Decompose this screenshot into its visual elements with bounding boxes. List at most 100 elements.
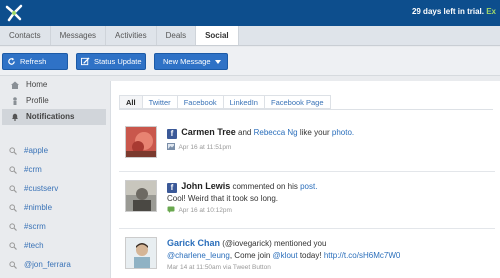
timestamp[interactable]: Apr 16 at 11:51pm: [178, 144, 231, 151]
action-text: commented on his: [232, 182, 298, 191]
sidebar-item-profile[interactable]: Profile: [2, 93, 106, 109]
status-update-label: Status Update: [94, 57, 142, 66]
divider: [119, 228, 495, 229]
social-feed-panel: All Twitter Facebook LinkedIn Facebook P…: [110, 81, 500, 278]
tag-item[interactable]: #apple: [0, 141, 110, 160]
author-link[interactable]: Carmen Tree: [181, 127, 236, 137]
facebook-icon: f: [167, 183, 177, 193]
trial-notice: 29 days left in trial. Ex: [412, 7, 496, 16]
author-handle: (@iovegarick): [222, 239, 272, 248]
filter-facebook[interactable]: Facebook: [177, 95, 224, 109]
sidebar-item-notifications[interactable]: Notifications: [2, 109, 106, 125]
comment-text: Cool! Weird that it took so long.: [167, 194, 279, 203]
new-message-label: New Message: [163, 57, 211, 66]
status-update-button[interactable]: Status Update: [76, 53, 146, 70]
action-text: like your: [299, 128, 330, 137]
tag-item[interactable]: @jon_ferrara: [0, 255, 110, 274]
mention-link[interactable]: @klout: [273, 251, 298, 260]
divider: [119, 109, 493, 110]
nimble-logo-icon[interactable]: [3, 2, 25, 24]
author-link[interactable]: Garick Chan: [167, 238, 220, 248]
object-link[interactable]: photo.: [332, 128, 354, 137]
avatar[interactable]: [125, 180, 157, 212]
tag-item[interactable]: #custserv: [0, 179, 110, 198]
conjunction-text: and: [238, 128, 252, 137]
source-filter-tabs: All Twitter Facebook LinkedIn Facebook P…: [119, 95, 331, 109]
search-icon: [9, 147, 17, 155]
tweet-text-part: today!: [299, 251, 322, 260]
tab-contacts[interactable]: Contacts: [0, 26, 51, 45]
avatar[interactable]: [125, 237, 157, 269]
feed-item-body: Garick Chan (@iovegarick) mentioned you …: [167, 237, 487, 273]
tag-item[interactable]: #tech: [0, 236, 110, 255]
person-photo-icon: [126, 238, 156, 268]
author-link-2[interactable]: Rebecca Ng: [254, 128, 298, 137]
filter-twitter[interactable]: Twitter: [142, 95, 178, 109]
sidebar-item-label: Notifications: [26, 112, 75, 121]
facebook-icon: f: [167, 129, 177, 139]
tag-label: @jon_ferrara: [24, 260, 71, 269]
trial-text: 29 days left in trial.: [411, 7, 484, 16]
tweet-text-part: , Come join: [229, 251, 271, 260]
tag-label: #tech: [24, 241, 44, 250]
url-link[interactable]: http://t.co/sH6Mc7W0: [324, 251, 400, 260]
person-photo-icon: [126, 181, 156, 211]
search-icon: [9, 261, 17, 269]
sidebar-item-label: Profile: [26, 96, 49, 105]
tag-label: #scrm: [24, 222, 46, 231]
timestamp[interactable]: Mar 14 at 11:50am via Tweet Button: [167, 264, 271, 271]
bell-icon: [12, 113, 18, 121]
tweet-text: @charlene_leung, Come join @klout today!…: [167, 250, 487, 262]
sidebar-item-label: Home: [26, 80, 48, 89]
filter-all[interactable]: All: [119, 95, 143, 109]
photo-icon: [167, 143, 175, 150]
trial-extend-link[interactable]: Ex: [486, 7, 496, 16]
divider: [119, 171, 495, 172]
sidebar-item-home[interactable]: Home: [2, 77, 106, 93]
tag-label: #custserv: [24, 184, 59, 193]
top-bar: 29 days left in trial. Ex: [0, 0, 500, 26]
tag-item[interactable]: #crm: [0, 160, 110, 179]
tag-item[interactable]: #scrm: [0, 217, 110, 236]
toolbar: Refresh Status Update New Message: [0, 47, 500, 76]
avatar[interactable]: [125, 126, 157, 158]
tag-label: #apple: [24, 146, 49, 155]
tag-label: #crm: [24, 165, 42, 174]
item-meta: Apr 16 at 11:51pm: [167, 142, 487, 153]
refresh-label: Refresh: [20, 57, 47, 66]
search-icon: [9, 166, 17, 174]
tab-activities[interactable]: Activities: [106, 26, 157, 45]
mention-link[interactable]: @charlene_leung: [167, 251, 230, 260]
tag-item[interactable]: #nimble: [0, 198, 110, 217]
comment-icon: [167, 206, 175, 213]
chevron-down-icon: [215, 60, 221, 64]
new-message-button[interactable]: New Message: [154, 53, 228, 70]
search-icon: [9, 185, 17, 193]
feed-item-body: f Carmen Tree and Rebecca Ng like your p…: [167, 126, 487, 153]
tab-deals[interactable]: Deals: [157, 26, 197, 45]
tab-social[interactable]: Social: [196, 26, 239, 45]
module-tabs: Contacts Messages Activities Deals Socia…: [0, 26, 500, 46]
search-icon: [9, 223, 17, 231]
item-meta: Mar 14 at 11:50am via Tweet Button: [167, 262, 487, 273]
item-meta: Apr 16 at 10:12pm: [167, 205, 487, 216]
action-text: mentioned you: [273, 239, 327, 248]
filter-facebook-page[interactable]: Facebook Page: [264, 95, 331, 109]
home-icon: [11, 81, 19, 89]
timestamp[interactable]: Apr 16 at 10:12pm: [178, 207, 231, 214]
refresh-button[interactable]: Refresh: [2, 53, 68, 70]
refresh-icon: [8, 57, 15, 65]
edit-icon: [81, 57, 90, 66]
filter-linkedin[interactable]: LinkedIn: [223, 95, 265, 109]
search-icon: [9, 242, 17, 250]
tag-label: #nimble: [24, 203, 53, 212]
tag-list: #apple #crm #custserv #nimble #scrm #tec…: [0, 141, 110, 274]
feed-item-body: f John Lewis commented on his post. Cool…: [167, 180, 487, 216]
person-icon: [13, 97, 17, 105]
tab-messages[interactable]: Messages: [51, 26, 107, 45]
object-link[interactable]: post.: [300, 182, 317, 191]
photo-thumbnail-icon: [126, 127, 156, 157]
sidebar: Home Profile Notifications #apple #crm #…: [0, 77, 110, 278]
search-icon: [9, 204, 17, 212]
author-link[interactable]: John Lewis: [181, 181, 230, 191]
